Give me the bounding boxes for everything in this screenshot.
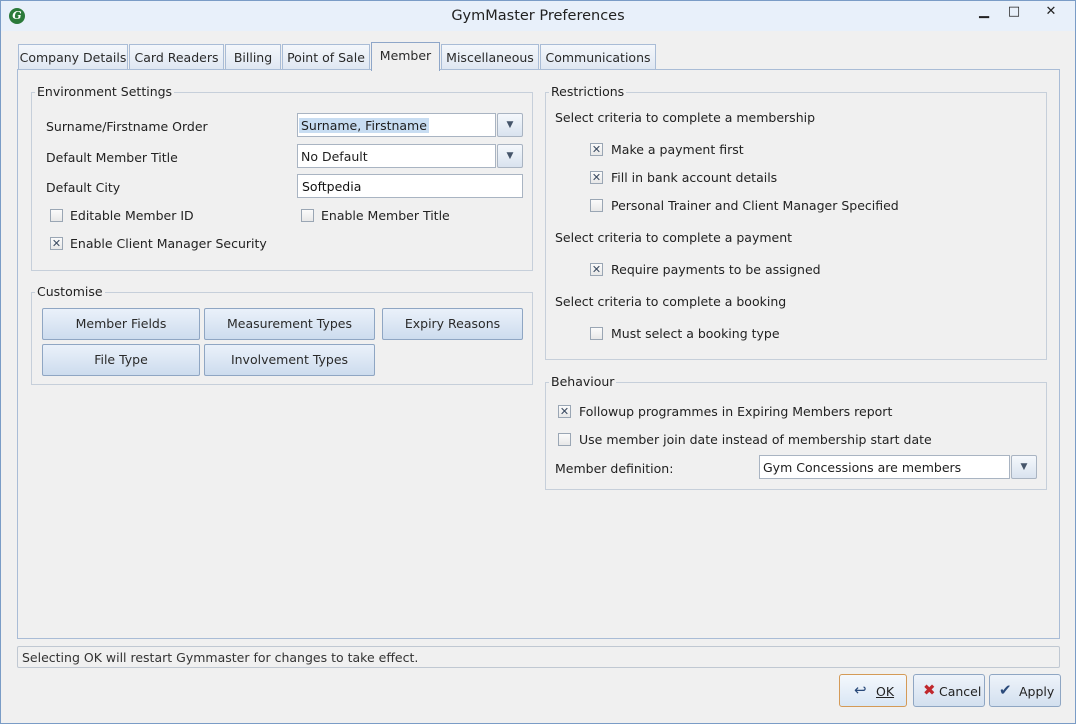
customise-group: Customise Member Fields Measurement Type…: [31, 284, 533, 385]
tab-company-details[interactable]: Company Details: [18, 44, 128, 69]
cancel-button-label: Cancel: [939, 684, 982, 699]
behaviour-title: Behaviour: [549, 374, 617, 389]
member-definition-value: Gym Concessions are members: [763, 460, 962, 475]
client-manager-security-label: Enable Client Manager Security: [70, 236, 267, 251]
fill-bank-details-checkbox[interactable]: ✕: [590, 171, 603, 184]
member-definition-label: Member definition:: [555, 461, 674, 476]
ok-button-label: OK: [876, 684, 895, 699]
booking-type-label: Must select a booking type: [611, 326, 780, 341]
chevron-down-icon[interactable]: ▼: [497, 113, 523, 137]
followup-programmes-label: Followup programmes in Expiring Members …: [579, 404, 893, 419]
surname-order-label: Surname/Firstname Order: [46, 119, 208, 134]
close-icon[interactable]: ✕: [1029, 1, 1073, 23]
chevron-down-icon[interactable]: ▼: [1011, 455, 1037, 479]
member-definition-dropdown[interactable]: Gym Concessions are members: [759, 455, 1010, 479]
tab-communications[interactable]: Communications: [540, 44, 656, 69]
restrictions-title: Restrictions: [549, 84, 627, 99]
preferences-window: G GymMaster Preferences ▁ □ ✕ Company De…: [0, 0, 1076, 724]
default-city-label: Default City: [46, 180, 121, 195]
member-title-label: Default Member Title: [46, 150, 178, 165]
client-manager-security-checkbox[interactable]: ✕: [50, 237, 63, 250]
tab-point-of-sale[interactable]: Point of Sale: [282, 44, 370, 69]
environment-settings-group: Environment Settings Surname/Firstname O…: [31, 84, 533, 271]
restrictions-group: Restrictions Select criteria to complete…: [545, 84, 1047, 360]
default-city-field[interactable]: [297, 174, 523, 198]
return-arrow-icon: ↩: [854, 681, 867, 699]
environment-settings-title: Environment Settings: [35, 84, 175, 99]
enable-member-title-label: Enable Member Title: [321, 208, 450, 223]
payment-criteria-heading: Select criteria to complete a payment: [555, 230, 793, 245]
customise-title: Customise: [35, 284, 105, 299]
surname-order-dropdown[interactable]: Surname, Firstname: [297, 113, 496, 137]
member-title-value: No Default: [301, 149, 368, 164]
checkmark-icon: ✔: [999, 681, 1012, 699]
tab-miscellaneous[interactable]: Miscellaneous: [441, 44, 539, 69]
booking-type-checkbox[interactable]: ✕: [590, 327, 603, 340]
require-payments-assigned-checkbox[interactable]: ✕: [590, 263, 603, 276]
maximize-icon[interactable]: □: [999, 1, 1029, 23]
apply-button-label: Apply: [1019, 684, 1055, 699]
membership-criteria-heading: Select criteria to complete a membership: [555, 110, 816, 125]
member-title-dropdown[interactable]: No Default: [297, 144, 496, 168]
measurement-types-button[interactable]: Measurement Types: [204, 308, 375, 340]
ok-button[interactable]: ↩ OK: [839, 674, 907, 707]
member-fields-button[interactable]: Member Fields: [42, 308, 200, 340]
tab-card-readers[interactable]: Card Readers: [129, 44, 224, 69]
member-tab-page: Environment Settings Surname/Firstname O…: [17, 69, 1060, 639]
join-date-label: Use member join date instead of membersh…: [579, 432, 932, 447]
join-date-checkbox[interactable]: ✕: [558, 433, 571, 446]
cancel-x-icon: ✖: [923, 681, 936, 699]
surname-order-value: Surname, Firstname: [299, 118, 429, 133]
tab-member[interactable]: Member: [371, 42, 440, 71]
followup-programmes-checkbox[interactable]: ✕: [558, 405, 571, 418]
enable-member-title-checkbox[interactable]: ✕: [301, 209, 314, 222]
default-city-input[interactable]: [298, 175, 522, 197]
require-payments-assigned-label: Require payments to be assigned: [611, 262, 821, 277]
title-bar[interactable]: G GymMaster Preferences ▁ □ ✕: [1, 1, 1075, 31]
expiry-reasons-button[interactable]: Expiry Reasons: [382, 308, 523, 340]
editable-member-id-checkbox[interactable]: ✕: [50, 209, 63, 222]
fill-bank-details-label: Fill in bank account details: [611, 170, 778, 185]
file-type-button[interactable]: File Type: [42, 344, 200, 376]
minimize-icon[interactable]: ▁: [969, 1, 999, 23]
personal-trainer-checkbox[interactable]: ✕: [590, 199, 603, 212]
chevron-down-icon[interactable]: ▼: [497, 144, 523, 168]
involvement-types-button[interactable]: Involvement Types: [204, 344, 375, 376]
cancel-button[interactable]: ✖ Cancel: [913, 674, 985, 707]
editable-member-id-label: Editable Member ID: [70, 208, 194, 223]
apply-button[interactable]: ✔ Apply: [989, 674, 1061, 707]
behaviour-group: Behaviour ✕ Followup programmes in Expir…: [545, 374, 1047, 490]
status-text: Selecting OK will restart Gymmaster for …: [22, 650, 419, 665]
personal-trainer-label: Personal Trainer and Client Manager Spec…: [611, 198, 899, 213]
tab-billing[interactable]: Billing: [225, 44, 281, 69]
status-bar: Selecting OK will restart Gymmaster for …: [17, 646, 1060, 668]
booking-criteria-heading: Select criteria to complete a booking: [555, 294, 787, 309]
window-title: GymMaster Preferences: [451, 8, 625, 24]
make-payment-first-label: Make a payment first: [611, 142, 744, 157]
make-payment-first-checkbox[interactable]: ✕: [590, 143, 603, 156]
